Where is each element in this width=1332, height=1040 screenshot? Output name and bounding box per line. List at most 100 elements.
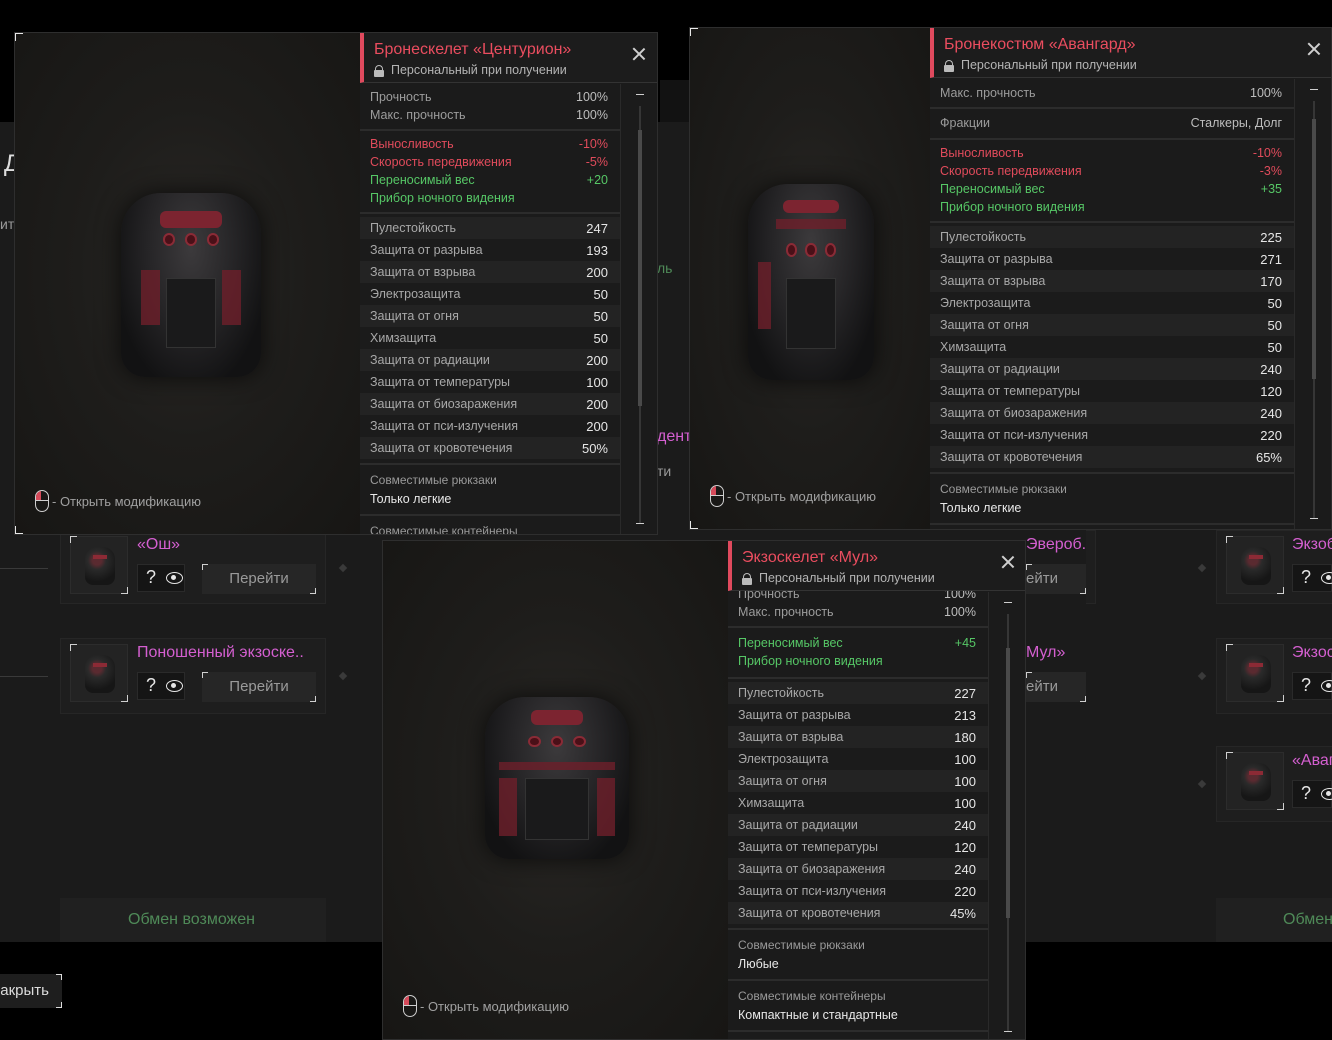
personal-label: Персональный при получении <box>374 63 567 77</box>
protection-row: Защита от температуры 100 <box>370 374 608 390</box>
effect-row: Прибор ночного видения <box>370 191 515 205</box>
info-view-buttons[interactable]: ? <box>137 564 185 592</box>
compat-backpacks: Совместимые рюкзаки Любые <box>728 930 988 981</box>
close-icon[interactable] <box>632 47 646 61</box>
effects-section: Выносливость -10% Скорость передвижения -3… <box>930 140 1294 223</box>
stat-row: Фракции Сталкеры, Долг <box>940 116 1282 130</box>
stat-row: Прочность 100% <box>370 90 608 104</box>
protection-row: Защита от разрыва 193 <box>370 242 608 258</box>
close-icon[interactable] <box>1307 42 1321 56</box>
question-icon[interactable]: ? <box>1301 675 1311 696</box>
item-name[interactable]: «Аваг <box>1292 752 1332 770</box>
item-name[interactable]: «Ош» <box>137 536 180 554</box>
protection-section: Пулестойкость 227 Защита от разрыва 213 За… <box>728 679 988 930</box>
item-thumbnail[interactable] <box>1226 536 1284 594</box>
item-popup-avangard: - Открыть модификацию Бронекостюм «Аванг… <box>689 27 1332 530</box>
item-name[interactable]: Экзоб <box>1292 536 1332 554</box>
item-thumbnail[interactable] <box>1226 644 1284 702</box>
info-view-buttons[interactable]: ? <box>1292 672 1332 700</box>
stats-list[interactable]: Прочность 100% Макс. прочность 100% Выносл… <box>360 84 620 534</box>
lock-icon <box>374 64 384 77</box>
item-thumbnail[interactable] <box>70 644 128 702</box>
popup-header: Бронескелет «Центурион» Персональный при… <box>360 33 657 83</box>
scroll-thumb[interactable] <box>1312 119 1316 379</box>
corner-mark <box>15 526 23 534</box>
close-icon[interactable] <box>1001 555 1015 569</box>
scrollbar[interactable] <box>988 592 1025 1039</box>
go-button[interactable]: Перейти <box>202 672 316 702</box>
corner-mark <box>690 28 698 36</box>
protection-row: Защита от кровотечения 50% <box>360 437 620 459</box>
mod-hint-text: - Открыть модификацию <box>52 493 201 509</box>
question-icon[interactable]: ? <box>146 567 156 588</box>
eye-icon[interactable] <box>1321 788 1332 800</box>
durability-section: Прочность 100% Макс. прочность 100% <box>360 84 620 131</box>
lock-icon <box>742 572 752 585</box>
item-preview[interactable]: - Открыть модификацию <box>690 28 931 529</box>
protection-row: Защита от радиации 240 <box>930 358 1294 380</box>
question-icon[interactable]: ? <box>146 675 156 696</box>
protection-row: Защита от огня 50 <box>360 305 620 327</box>
item-info: Прочность 100% Макс. прочность 100% Перено… <box>728 541 1025 1039</box>
scroll-thumb[interactable] <box>638 130 642 406</box>
item-thumbnail[interactable] <box>1226 752 1284 810</box>
go-button[interactable]: Перейти <box>202 564 316 594</box>
eye-icon[interactable] <box>166 680 183 692</box>
go-button[interactable]: ейти <box>1026 564 1086 594</box>
protection-row: Электрозащита 50 <box>940 295 1282 311</box>
eye-icon[interactable] <box>1321 572 1332 584</box>
item-name[interactable]: Экзос <box>1292 644 1332 662</box>
mouse-icon <box>35 490 49 512</box>
protection-row: Защита от температуры 120 <box>940 383 1282 399</box>
protection-row: Электрозащита 100 <box>738 751 976 767</box>
item-preview[interactable]: - Открыть модификацию <box>383 541 729 1039</box>
connector-arrow <box>0 676 48 677</box>
stats-list[interactable]: Прочность 100% Макс. прочность 100% Перено… <box>728 581 988 1039</box>
item-thumbnail[interactable] <box>70 536 128 594</box>
mod-hint: - Открыть модификацию <box>35 490 201 512</box>
eye-icon[interactable] <box>166 572 183 584</box>
protection-section: Пулестойкость 247 Защита от разрыва 193 За… <box>360 214 620 465</box>
exchange-status: Обмен возможен <box>128 911 255 928</box>
protection-row: Защита от кровотечения 65% <box>930 446 1294 468</box>
stat-row: Макс. прочность 100% <box>370 108 608 122</box>
protection-row: Защита от температуры 120 <box>738 839 976 855</box>
item-preview[interactable]: - Открыть модификацию <box>15 33 361 534</box>
corner-mark <box>690 521 698 529</box>
item-name[interactable]: Эвероб.. <box>1026 536 1091 554</box>
close-button[interactable]: акрыть <box>0 974 62 1008</box>
list-item-edge <box>1086 530 1096 604</box>
go-button[interactable]: ейти <box>1026 672 1086 702</box>
info-view-buttons[interactable]: ? <box>137 672 185 700</box>
scrollbar[interactable] <box>620 84 657 534</box>
scrollbar[interactable] <box>1294 79 1331 529</box>
protection-row: Защита от биозаражения 240 <box>728 858 988 880</box>
protection-row: Защита от взрыва 200 <box>360 261 620 283</box>
effects-section: Переносимый вес +45 Прибор ночного видени… <box>728 628 988 679</box>
corner-mark <box>15 33 23 41</box>
popup-header: Экзоскелет «Мул» Персональный при получе… <box>728 541 1025 591</box>
bg-snippet: ти <box>657 463 672 479</box>
compat-containers: Совместимые контейнеры Компактные и стан… <box>728 981 988 1032</box>
question-icon[interactable]: ? <box>1301 567 1311 588</box>
protection-row: Пулестойкость 247 <box>360 217 620 239</box>
scroll-thumb[interactable] <box>1006 648 1010 918</box>
stat-row: Макс. прочность 100% <box>940 86 1282 100</box>
effect-row: Выносливость -10% <box>370 137 608 151</box>
info-view-buttons[interactable]: ? <box>1292 564 1332 592</box>
question-icon[interactable]: ? <box>1301 783 1311 804</box>
durability-section: Макс. прочность 100% <box>930 79 1294 109</box>
compat-backpacks: Совместимые рюкзаки Только легкие <box>930 474 1294 525</box>
item-title: Бронескелет «Центурион» <box>374 41 572 58</box>
protection-row: Защита от пси-излучения 200 <box>370 418 608 434</box>
protection-row: Защита от разрыва 271 <box>940 251 1282 267</box>
item-name[interactable]: Поношенный экзоске.. <box>137 644 317 662</box>
bg-snippet: ль <box>657 260 673 276</box>
mod-hint: - Открыть модификацию <box>403 995 569 1017</box>
lock-icon <box>944 59 954 72</box>
eye-icon[interactable] <box>1321 680 1332 692</box>
info-view-buttons[interactable]: ? <box>1292 780 1332 808</box>
stats-list[interactable]: Макс. прочность 100% Фракции Сталкеры, Дол… <box>930 79 1294 529</box>
item-name[interactable]: Мул» <box>1026 644 1065 662</box>
protection-row: Химзащита 50 <box>940 339 1282 355</box>
